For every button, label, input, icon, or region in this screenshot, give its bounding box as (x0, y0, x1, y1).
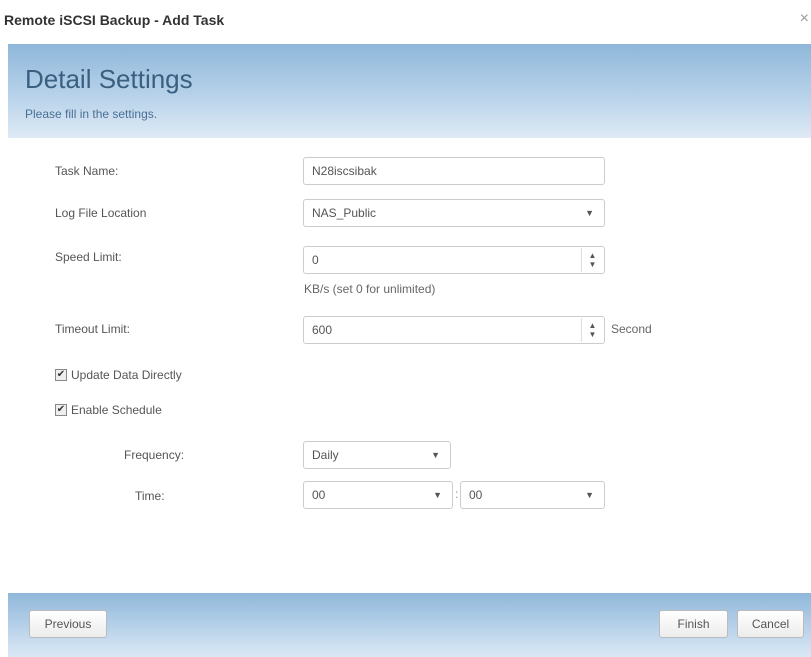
page-subtitle: Please fill in the settings. (25, 107, 158, 121)
finish-button[interactable]: Finish (659, 610, 728, 638)
dialog-title: Remote iSCSI Backup - Add Task (4, 12, 225, 28)
dialog-titlebar: Remote iSCSI Backup - Add Task × (0, 0, 811, 44)
frequency-value: Daily (312, 448, 339, 462)
spin-up-icon[interactable]: ▲ (589, 321, 597, 330)
timeout-limit-label: Timeout Limit: (55, 322, 130, 336)
time-label: Time: (135, 489, 165, 503)
log-file-location-value: NAS_Public (312, 206, 377, 220)
timeout-limit-stepper[interactable]: ▲ ▼ (581, 318, 603, 342)
spin-up-icon[interactable]: ▲ (589, 251, 597, 260)
page-title: Detail Settings (25, 64, 193, 94)
task-name-label: Task Name: (55, 164, 119, 178)
chevron-down-icon: ▼ (433, 490, 442, 500)
time-hour-select[interactable]: 00 ▼ (303, 481, 453, 509)
speed-limit-value: 0 (312, 253, 319, 267)
time-minute-select[interactable]: 00 ▼ (460, 481, 605, 509)
update-data-directly-checkbox[interactable]: ✔ (55, 369, 67, 381)
update-data-directly-row[interactable]: ✔ Update Data Directly (55, 368, 182, 382)
timeout-unit-label: Second (611, 322, 652, 336)
chevron-down-icon: ▼ (431, 450, 440, 460)
enable-schedule-row[interactable]: ✔ Enable Schedule (55, 403, 162, 417)
speed-limit-stepper[interactable]: ▲ ▼ (581, 248, 603, 272)
log-file-location-label: Log File Location (55, 206, 147, 220)
chevron-down-icon: ▼ (585, 208, 594, 218)
time-hour-value: 00 (312, 488, 326, 502)
update-data-directly-label: Update Data Directly (71, 368, 182, 382)
frequency-label: Frequency: (124, 448, 185, 462)
log-file-location-select[interactable]: NAS_Public ▼ (303, 199, 605, 227)
time-separator: : (455, 487, 459, 501)
frequency-select[interactable]: Daily ▼ (303, 441, 451, 469)
timeout-limit-input[interactable]: 600 ▲ ▼ (303, 316, 605, 344)
enable-schedule-checkbox[interactable]: ✔ (55, 404, 67, 416)
cancel-button[interactable]: Cancel (737, 610, 804, 638)
time-minute-value: 00 (469, 488, 483, 502)
enable-schedule-label: Enable Schedule (71, 403, 162, 417)
previous-button[interactable]: Previous (29, 610, 107, 638)
spin-down-icon[interactable]: ▼ (589, 260, 597, 269)
detail-settings-header: Detail Settings Please fill in the setti… (8, 44, 811, 138)
chevron-down-icon: ▼ (585, 490, 594, 500)
close-icon[interactable]: × (800, 10, 809, 28)
speed-limit-hint: KB/s (set 0 for unlimited) (304, 282, 436, 296)
spin-down-icon[interactable]: ▼ (589, 330, 597, 339)
timeout-limit-value: 600 (312, 323, 333, 337)
dialog-footer: Previous Finish Cancel (8, 593, 811, 657)
speed-limit-label: Speed Limit: (55, 250, 122, 264)
speed-limit-input[interactable]: 0 ▲ ▼ (303, 246, 605, 274)
task-name-input[interactable]: N28iscsibak (303, 157, 605, 185)
